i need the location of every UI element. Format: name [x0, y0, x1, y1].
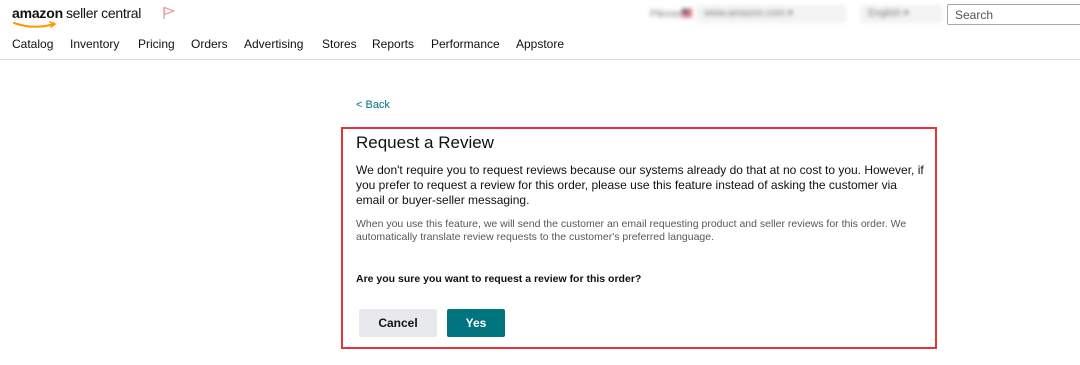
page-title: Request a Review — [356, 133, 494, 152]
flag-icon[interactable] — [162, 6, 176, 20]
chevron-down-icon: ▾ — [787, 8, 793, 19]
main-nav: Catalog Inventory Pricing Orders Adverti… — [0, 32, 1080, 60]
account-name[interactable]: Pikmee — [650, 9, 683, 20]
nav-item-appstore[interactable]: Appstore — [516, 37, 564, 51]
marketplace-domain: www.amazon.com — [704, 8, 786, 19]
nav-item-pricing[interactable]: Pricing — [138, 37, 175, 51]
seller-central-logo[interactable]: amazon seller central — [12, 4, 141, 28]
marketplace-select[interactable]: www.amazon.com ▾ — [696, 5, 846, 23]
confirmation-question: Are you sure you want to request a revie… — [356, 273, 642, 285]
search-input[interactable] — [947, 4, 1080, 25]
top-header: amazon seller central Pikmee www.amazon.… — [0, 0, 1080, 32]
us-flag-icon — [682, 9, 692, 17]
yes-button[interactable]: Yes — [447, 309, 505, 337]
nav-item-advertising[interactable]: Advertising — [244, 37, 303, 51]
nav-item-reports[interactable]: Reports — [372, 37, 414, 51]
chevron-down-icon: ▾ — [903, 8, 909, 19]
language-value: English — [868, 8, 901, 19]
cancel-button[interactable]: Cancel — [359, 309, 437, 337]
logo-brand-text: amazon — [12, 5, 63, 21]
amazon-smile-icon — [13, 21, 57, 28]
nav-item-performance[interactable]: Performance — [431, 37, 500, 51]
nav-item-orders[interactable]: Orders — [191, 37, 228, 51]
nav-item-catalog[interactable]: Catalog — [12, 37, 53, 51]
intro-text: We don't require you to request reviews … — [356, 163, 924, 207]
language-select[interactable]: English ▾ — [860, 5, 942, 23]
nav-item-inventory[interactable]: Inventory — [70, 37, 119, 51]
note-text: When you use this feature, we will send … — [356, 218, 907, 243]
logo-product-text: seller central — [65, 5, 142, 21]
request-review-panel: Request a Review We don't require you to… — [341, 127, 937, 349]
back-link[interactable]: < Back — [356, 99, 390, 111]
nav-item-stores[interactable]: Stores — [322, 37, 357, 51]
